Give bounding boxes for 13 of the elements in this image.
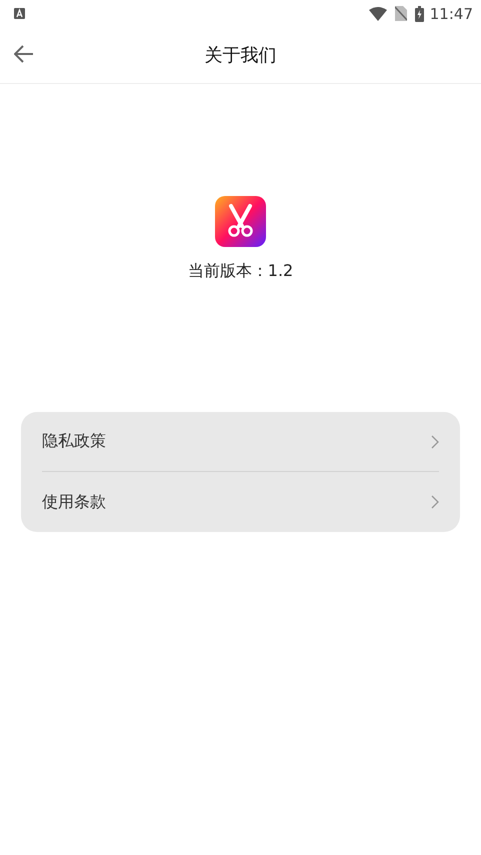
menu-item[interactable]: 隐私政策: [42, 412, 439, 472]
page-title: 关于我们: [204, 44, 276, 67]
notification-icon: [14, 8, 25, 19]
version-text: 当前版本：1.2: [188, 261, 294, 282]
chevron-right-icon: [431, 434, 439, 448]
battery-charging-icon: [414, 6, 424, 22]
back-button[interactable]: [14, 45, 34, 63]
status-time: 11:47: [430, 4, 473, 22]
wifi-icon: [368, 6, 387, 20]
menu-item[interactable]: 使用条款: [42, 472, 439, 532]
chevron-right-icon: [431, 495, 439, 509]
no-sim-icon: [394, 6, 407, 21]
scissors-app-icon: [215, 196, 266, 247]
